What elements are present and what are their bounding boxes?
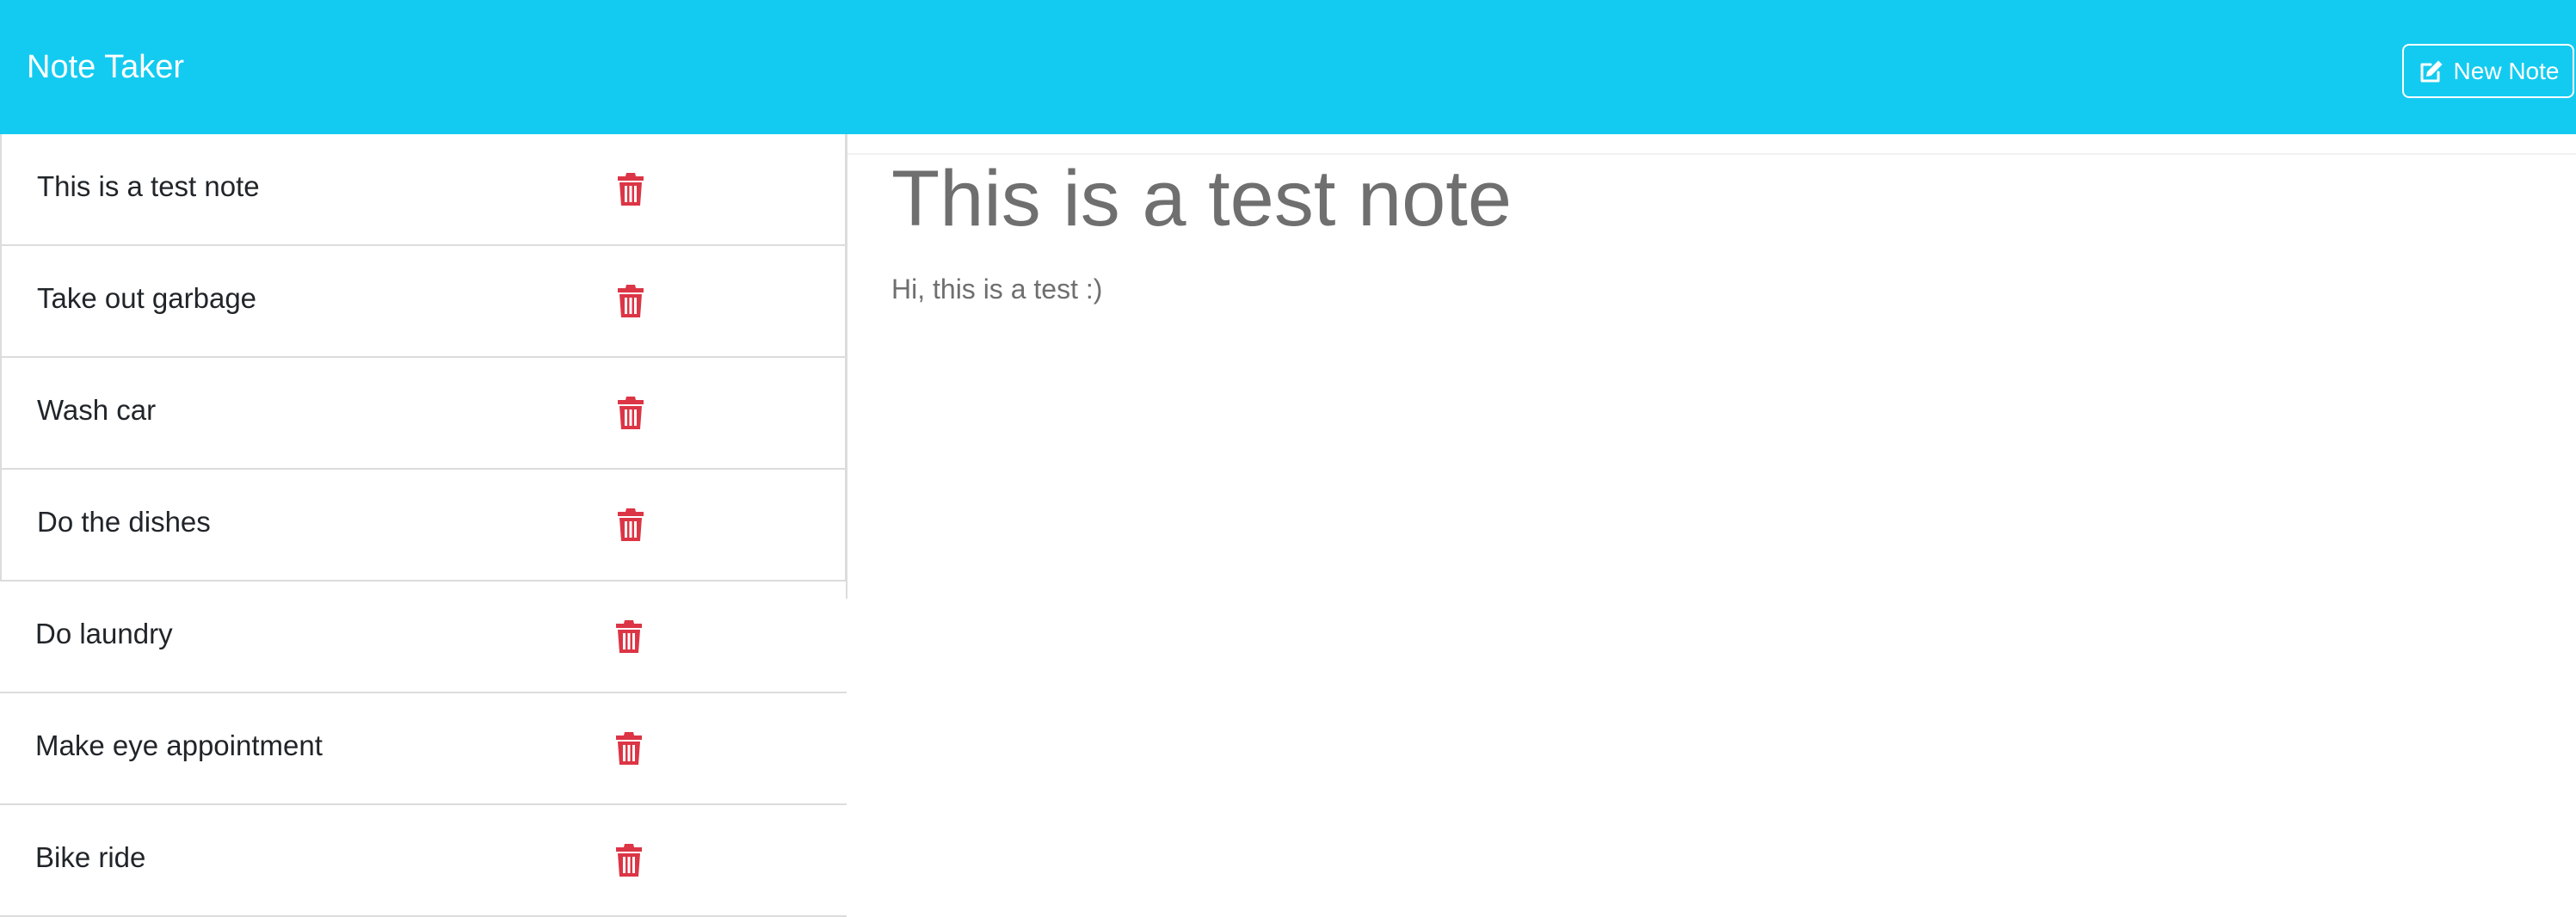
notes-list: This is a test note Take out garbage Was… (0, 134, 847, 917)
note-list-item[interactable]: This is a test note (0, 134, 847, 246)
note-list-item-title: Make eye appointment (35, 729, 323, 761)
trash-icon[interactable] (613, 729, 645, 767)
trash-icon[interactable] (614, 394, 647, 432)
note-list-item-title: Do the dishes (37, 506, 211, 538)
sidebar-divider (846, 134, 847, 599)
trash-icon[interactable] (614, 170, 647, 208)
note-list-item[interactable]: Wash car (0, 358, 847, 470)
note-list-item-title: This is a test note (37, 170, 260, 202)
note-list-item[interactable]: Do laundry (0, 582, 847, 693)
pen-to-square-icon (2418, 58, 2445, 85)
trash-icon[interactable] (613, 841, 645, 879)
note-title-input[interactable]: This is a test note (891, 151, 2526, 246)
brand-title[interactable]: Note Taker (27, 43, 184, 91)
note-list-item-title: Do laundry (35, 618, 173, 649)
note-list-item-title: Take out garbage (37, 282, 257, 314)
note-textarea[interactable]: Hi, this is a test :) (891, 270, 2526, 311)
note-list-item[interactable]: Bike ride (0, 805, 847, 917)
navbar: Note Taker New Note (0, 0, 2576, 134)
note-list-item[interactable]: Make eye appointment (0, 693, 847, 805)
trash-icon[interactable] (613, 618, 645, 655)
note-list-item-title: Bike ride (35, 841, 146, 873)
note-list-item[interactable]: Do the dishes (0, 470, 847, 582)
trash-icon[interactable] (614, 506, 647, 544)
trash-icon[interactable] (614, 282, 647, 320)
new-note-label: New Note (2453, 57, 2560, 84)
new-note-button[interactable]: New Note (2402, 44, 2574, 98)
note-list-item-title: Wash car (37, 394, 157, 426)
note-list-item[interactable]: Take out garbage (0, 246, 847, 358)
